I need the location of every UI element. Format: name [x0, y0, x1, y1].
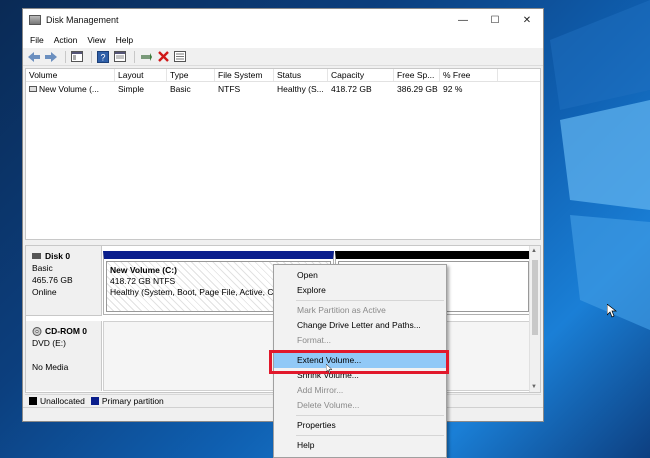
menu-item-mark-partition-active: Mark Partition as Active [297, 305, 386, 315]
toolbar-separator [91, 50, 92, 63]
scroll-up-icon[interactable]: ▲ [531, 248, 537, 254]
disk-management-app-icon [29, 15, 41, 25]
cdrom-spacer [32, 349, 95, 361]
list-view-icon[interactable] [173, 50, 187, 63]
cdrom-0-label[interactable]: CD-ROM 0 DVD (E:) No Media [26, 321, 102, 391]
menu-view[interactable]: View [82, 35, 110, 45]
menu-file[interactable]: File [25, 35, 49, 45]
connect-disk-icon[interactable] [139, 50, 153, 63]
menu-item-properties[interactable]: Properties [274, 418, 446, 433]
disk-0-type: Basic [32, 263, 53, 273]
hard-disk-icon [32, 253, 41, 259]
cell-status: Healthy (S... [277, 84, 324, 94]
column-header-file-system[interactable]: File System [215, 69, 274, 81]
toolbar-separator [65, 50, 66, 63]
back-arrow-icon[interactable] [27, 50, 41, 63]
mouse-cursor-icon [607, 304, 617, 318]
help-icon[interactable]: ? [96, 50, 110, 63]
delete-icon[interactable] [156, 50, 170, 63]
window-title: Disk Management [46, 15, 119, 25]
menu-item-explore[interactable]: Explore [274, 283, 446, 298]
menu-separator [296, 300, 444, 301]
table-row[interactable]: New Volume (... Simple Basic NTFS Health… [26, 82, 540, 96]
close-button[interactable]: ✕ [511, 9, 543, 31]
scroll-down-icon[interactable]: ▼ [531, 384, 537, 390]
disk-0-name: Disk 0 [32, 250, 95, 262]
cell-layout: Simple [118, 84, 144, 94]
properties-icon[interactable] [113, 50, 127, 63]
menu-item-help[interactable]: Help [274, 438, 446, 453]
toolbar: ? [23, 48, 543, 66]
cdrom-0-name: CD-ROM 0 [32, 325, 95, 337]
minimize-button[interactable]: — [447, 9, 479, 31]
disk-0-name-text: Disk 0 [45, 251, 71, 261]
volume-list: Volume Layout Type File System Status Ca… [25, 68, 541, 240]
legend-primary-partition: Primary partition [101, 395, 164, 406]
cell-capacity: 418.72 GB [331, 84, 372, 94]
menu-action[interactable]: Action [49, 35, 83, 45]
disk-0-status: Online [32, 287, 57, 297]
column-header-capacity[interactable]: Capacity [328, 69, 394, 81]
cell-type: Basic [170, 84, 191, 94]
drive-icon [29, 86, 37, 92]
menu-item-format: Format... [297, 335, 332, 345]
menu-help[interactable]: Help [111, 35, 138, 45]
menu-item-change-drive-letter[interactable]: Change Drive Letter and Paths... [274, 318, 446, 333]
cell-file-system: NTFS [218, 84, 241, 94]
disk-view-scrollbar[interactable]: ▲ ▼ [529, 246, 540, 392]
toolbar-separator [134, 50, 135, 63]
show-hide-console-tree-icon[interactable] [70, 50, 84, 63]
cdrom-0-name-text: CD-ROM 0 [45, 326, 88, 336]
menu-separator [296, 415, 444, 416]
pointer-cursor-icon [326, 364, 332, 374]
cdrom-0-status: No Media [32, 362, 69, 372]
cell-volume-text: New Volume (... [39, 84, 99, 94]
menu-separator [296, 435, 444, 436]
column-header-percent-free[interactable]: % Free [440, 69, 498, 81]
forward-arrow-icon[interactable] [44, 50, 58, 63]
extend-volume-highlight-box [269, 350, 449, 374]
scrollbar-thumb[interactable] [532, 260, 538, 335]
column-header-volume[interactable]: Volume [26, 69, 115, 81]
column-header-status[interactable]: Status [274, 69, 328, 81]
cell-volume: New Volume (... [26, 82, 115, 96]
unallocated-swatch [29, 396, 37, 405]
primary-partition-swatch [90, 396, 99, 405]
legend-unallocated: Unallocated [40, 395, 85, 406]
menu-bar: File Action View Help [23, 31, 543, 48]
title-bar: Disk Management — ☐ ✕ [23, 9, 543, 31]
cell-percent-free: 92 % [443, 84, 463, 94]
svg-text:?: ? [100, 52, 105, 62]
maximize-button[interactable]: ☐ [479, 9, 511, 31]
column-header-type[interactable]: Type [167, 69, 215, 81]
cdrom-0-type: DVD (E:) [32, 338, 66, 348]
column-header-layout[interactable]: Layout [115, 69, 167, 81]
menu-item-open[interactable]: Open [274, 268, 446, 283]
menu-item-add-mirror: Add Mirror... [297, 385, 344, 395]
cd-rom-icon [32, 326, 42, 336]
column-header-free-space[interactable]: Free Sp... [394, 69, 440, 81]
desktop-wallpaper-light [550, 0, 650, 330]
disk-0-label[interactable]: Disk 0 Basic 465.76 GB Online [26, 246, 102, 316]
disk-0-size: 465.76 GB [32, 275, 73, 285]
cell-free-space: 386.29 GB [397, 84, 438, 94]
menu-item-delete-volume: Delete Volume... [297, 400, 360, 410]
volume-list-header: Volume Layout Type File System Status Ca… [26, 69, 540, 82]
